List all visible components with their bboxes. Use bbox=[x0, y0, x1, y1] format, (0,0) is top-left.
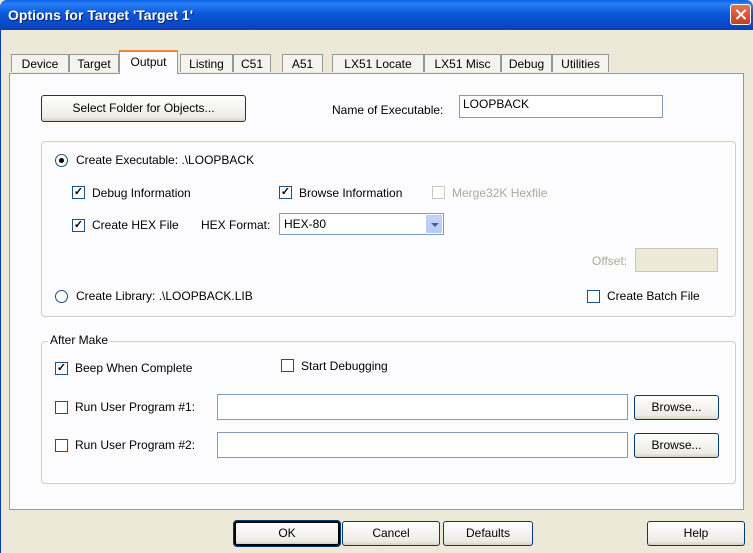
browse-info-label: Browse Information bbox=[299, 186, 403, 200]
after-make-legend: After Make bbox=[48, 333, 111, 347]
title-bar[interactable]: Options for Target 'Target 1' bbox=[0, 0, 753, 30]
offset-label: Offset: bbox=[592, 254, 628, 268]
create-library-radio[interactable] bbox=[55, 290, 68, 303]
select-folder-button[interactable]: Select Folder for Objects... bbox=[41, 95, 246, 122]
beep-label: Beep When Complete bbox=[75, 361, 193, 375]
defaults-button[interactable]: Defaults bbox=[443, 521, 533, 546]
debug-info-checkbox[interactable]: ✓ bbox=[72, 186, 85, 199]
tab-listing[interactable]: Listing bbox=[180, 54, 233, 72]
beep-checkbox[interactable]: ✓ bbox=[55, 362, 68, 375]
create-batch-label: Create Batch File bbox=[607, 289, 700, 303]
create-exec-radio[interactable] bbox=[55, 154, 68, 167]
create-hex-label: Create HEX File bbox=[92, 218, 179, 232]
run-user-program-1-input[interactable] bbox=[217, 394, 628, 420]
tab-a51[interactable]: A51 bbox=[282, 54, 323, 72]
tab-output[interactable]: Output bbox=[119, 50, 178, 74]
hex-format-select[interactable]: HEX-80 bbox=[279, 213, 444, 235]
create-batch-checkbox[interactable] bbox=[587, 290, 600, 303]
create-library-label: Create Library: .\LOOPBACK.LIB bbox=[76, 289, 253, 303]
name-exec-label: Name of Executable: bbox=[332, 103, 444, 117]
merge-hexfile-checkbox[interactable] bbox=[432, 186, 445, 199]
select-folder-label: Select Folder for Objects... bbox=[72, 101, 215, 115]
cancel-button[interactable]: Cancel bbox=[342, 521, 440, 546]
create-exec-label: Create Executable: .\LOOPBACK bbox=[76, 153, 255, 167]
merge-hexfile-label: Merge32K Hexfile bbox=[452, 186, 548, 200]
run-user-program-1-checkbox[interactable] bbox=[55, 401, 68, 414]
chevron-down-icon[interactable] bbox=[426, 215, 442, 233]
help-button[interactable]: Help bbox=[647, 521, 745, 546]
tab-device[interactable]: Device bbox=[11, 54, 69, 72]
hex-format-label: HEX Format: bbox=[201, 218, 271, 232]
tab-lx51-misc[interactable]: LX51 Misc bbox=[424, 54, 501, 72]
start-debugging-label: Start Debugging bbox=[301, 359, 388, 373]
debug-info-label: Debug Information bbox=[92, 186, 191, 200]
tab-lx51-locate[interactable]: LX51 Locate bbox=[332, 54, 424, 72]
run-user-program-2-checkbox[interactable] bbox=[55, 439, 68, 452]
window-title: Options for Target 'Target 1' bbox=[8, 7, 194, 23]
run-user-program-2-input[interactable] bbox=[217, 432, 628, 458]
tab-target[interactable]: Target bbox=[69, 54, 119, 72]
tab-utilities[interactable]: Utilities bbox=[552, 54, 609, 72]
start-debugging-checkbox[interactable] bbox=[281, 359, 294, 372]
hex-format-value: HEX-80 bbox=[284, 217, 327, 231]
run-user-program-1-label: Run User Program #1: bbox=[75, 400, 196, 414]
run-user-program-2-label: Run User Program #2: bbox=[75, 438, 196, 452]
browse-button-2[interactable]: Browse... bbox=[634, 433, 719, 458]
browse-button-1[interactable]: Browse... bbox=[634, 395, 719, 420]
close-icon[interactable] bbox=[730, 4, 751, 25]
browse-info-checkbox[interactable]: ✓ bbox=[279, 186, 292, 199]
create-hex-checkbox[interactable]: ✓ bbox=[72, 219, 85, 232]
tab-c51[interactable]: C51 bbox=[233, 54, 271, 72]
tab-debug[interactable]: Debug bbox=[501, 54, 552, 72]
ok-button[interactable]: OK bbox=[233, 520, 341, 547]
offset-input[interactable] bbox=[635, 248, 718, 272]
name-exec-input[interactable]: LOOPBACK bbox=[459, 95, 663, 118]
